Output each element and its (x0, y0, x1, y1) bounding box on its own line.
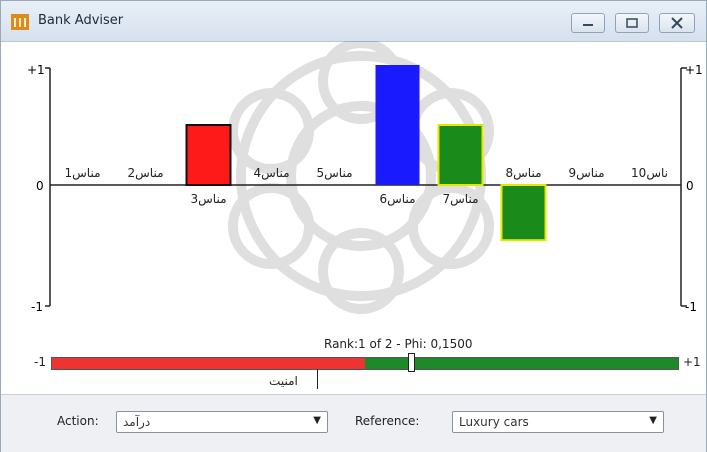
category-label-2: مناس2 (128, 166, 164, 181)
y-tick-top-left: +1 (27, 63, 45, 77)
title-bar[interactable]: Bank Adviser (1, 1, 706, 42)
category-label-1: مناس1 (65, 166, 101, 181)
rank-marker-line (317, 369, 319, 389)
bank-icon (11, 14, 29, 30)
reference-value: Luxury cars (459, 415, 529, 429)
y-tick-zero-right: 0 (686, 179, 694, 193)
bar-7 (437, 124, 484, 186)
category-label-4: مناس4 (254, 166, 290, 181)
rank-bar-negative (52, 358, 365, 369)
category-label-6: مناس6 (380, 192, 416, 207)
reference-dropdown[interactable]: Luxury cars ▼ (452, 411, 664, 433)
chevron-down-icon: ▼ (649, 415, 657, 426)
rank-max-label: +1 (683, 355, 701, 369)
rank-label: Rank:1 of 2 - Phi: 0,1500 (324, 337, 473, 351)
y-tick-bottom-left: -1 (31, 300, 43, 314)
reference-label: Reference: (355, 414, 420, 428)
close-icon (671, 17, 683, 29)
rank-bar (51, 357, 679, 370)
decision-chart: +1 0 -1 +1 0 -1 مناس1 مناس2مناس3مناس4 مناس… (27, 41, 703, 314)
category-labels-group: مناس1 مناس2 مناس3 مناس4 مناس5 مناس6 مناس7 مناس8… (65, 166, 668, 207)
category-label-7: مناس7 (443, 192, 479, 207)
close-button[interactable] (659, 13, 695, 33)
action-dropdown[interactable]: درآمد ▼ (116, 411, 328, 433)
category-label-5: مناس5 (317, 166, 353, 181)
minimize-button[interactable] (571, 13, 605, 33)
category-label-8: مناس8 (506, 166, 542, 181)
minimize-icon (583, 24, 593, 26)
maximize-icon (626, 18, 638, 28)
bank-adviser-window: Bank Adviser +1 0 -1 +1 0 -1 مناس1 مناس2… (0, 0, 707, 452)
category-label-10: ناس10 (631, 166, 668, 181)
category-label-3: مناس3 (191, 192, 227, 207)
rank-slider-thumb[interactable] (407, 353, 415, 372)
bar-6 (375, 65, 420, 185)
y-tick-zero-left: 0 (36, 179, 44, 193)
maximize-button[interactable] (615, 13, 649, 33)
y-tick-top-right: +1 (685, 63, 703, 77)
window-title: Bank Adviser (38, 13, 124, 28)
y-tick-bottom-right: -1 (685, 300, 697, 314)
action-label: Action: (57, 414, 99, 428)
rank-marker-label: امنیت (269, 374, 298, 388)
rank-min-label: -1 (34, 355, 46, 369)
footer-bar: Action: درآمد ▼ Reference: Luxury cars ▼ (1, 394, 706, 452)
action-value: درآمد (123, 415, 151, 429)
bar-3 (185, 124, 232, 186)
chevron-down-icon: ▼ (313, 415, 321, 426)
bar-8 (500, 184, 547, 242)
category-label-9: مناس9 (569, 166, 605, 181)
